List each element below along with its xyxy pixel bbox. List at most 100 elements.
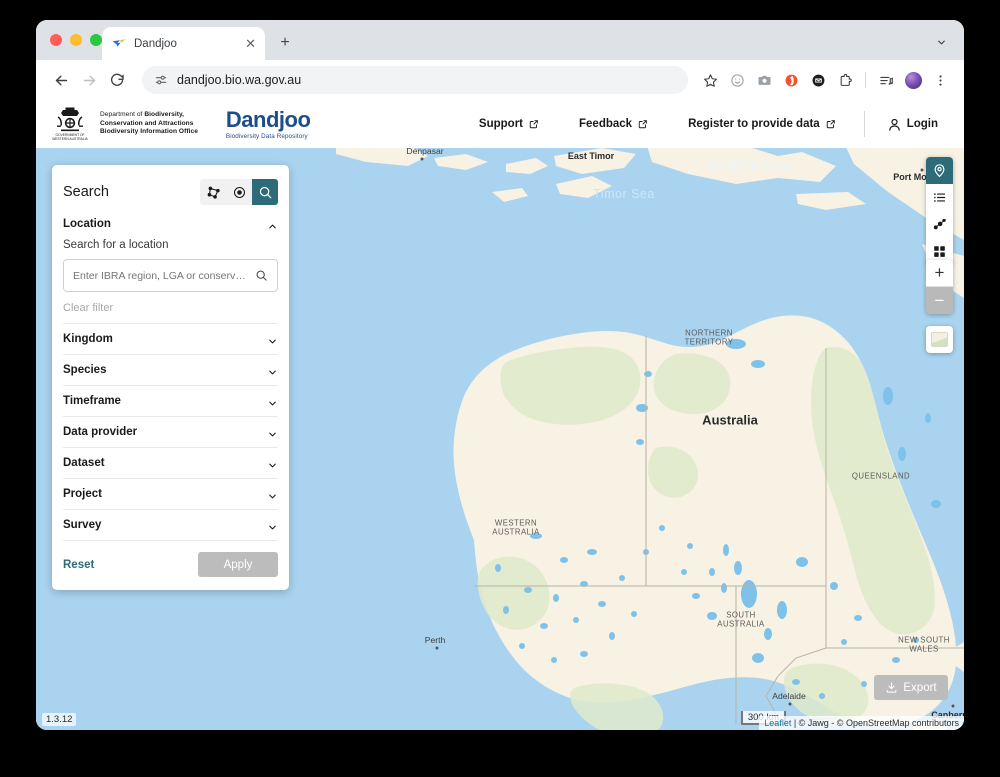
close-icon[interactable]: ✕ — [245, 37, 256, 50]
logo-wordmark: Dandjoo — [225, 106, 311, 132]
city-dot — [920, 168, 924, 172]
search-mode-toggle — [200, 179, 278, 205]
profile-avatar[interactable] — [901, 68, 925, 92]
nav-link-support[interactable]: Support — [459, 118, 559, 130]
close-window-button[interactable] — [50, 34, 62, 46]
wa-government-crest: GOVERNMENT OF WESTERN AUSTRALIA — [52, 107, 89, 141]
tab-strip: Dandjoo ✕ + — [36, 20, 964, 60]
chrome-menu-icon[interactable] — [928, 68, 952, 92]
search-icon[interactable] — [252, 179, 278, 205]
section-header-kingdom[interactable]: Kingdom — [63, 324, 278, 354]
city-dot — [435, 646, 439, 650]
city-dot — [951, 704, 955, 708]
zoom-in-button[interactable]: + — [926, 260, 953, 287]
back-arrow-icon[interactable] — [48, 67, 74, 93]
export-label: Export — [903, 681, 937, 694]
department-name: Department of Biodiversity, Conservation… — [100, 111, 198, 137]
search-panel-footer: Reset Apply — [52, 541, 289, 590]
reading-list-icon[interactable] — [874, 68, 898, 92]
polygon-draw-icon[interactable] — [200, 179, 226, 205]
chevron-down-icon — [267, 334, 278, 345]
section-header-data-provider[interactable]: Data provider — [63, 417, 278, 447]
user-icon — [888, 118, 900, 131]
basemap-layers-icon[interactable] — [926, 326, 953, 353]
external-link-icon — [529, 120, 538, 129]
dept-line1-bold: Biodiversity, — [144, 110, 185, 118]
login-button[interactable]: Login — [873, 117, 942, 132]
opera-extension-icon[interactable] — [779, 68, 803, 92]
search-panel: Search Location Search for a location En… — [52, 165, 289, 590]
toolbar-icons — [698, 68, 952, 92]
map-pin-icon[interactable] — [926, 157, 953, 184]
maximize-window-button[interactable] — [90, 34, 102, 46]
panel-title: Search — [63, 184, 109, 200]
list-icon[interactable] — [926, 184, 953, 211]
header-nav: Support Feedback Register to provide dat… — [459, 111, 942, 137]
external-link-icon — [638, 120, 647, 129]
map-attribution: Leaflet | © Jawg - © OpenStreetMap contr… — [759, 716, 964, 730]
cluster-points-icon[interactable] — [926, 211, 953, 238]
location-search-field[interactable] — [63, 259, 278, 292]
minimize-window-button[interactable] — [70, 34, 82, 46]
map-zoom-controls: + − — [926, 260, 953, 314]
login-label: Login — [906, 118, 938, 130]
nav-link-feedback[interactable]: Feedback — [559, 118, 668, 130]
tab-title: Dandjoo — [134, 37, 177, 50]
nav-link-label: Support — [478, 118, 523, 130]
basemap-thumbnail — [931, 332, 948, 347]
reset-button[interactable]: Reset — [63, 559, 94, 571]
brand-block: GOVERNMENT OF WESTERN AUSTRALIA Departme… — [50, 106, 311, 142]
section-header-timeframe[interactable]: Timeframe — [63, 386, 278, 416]
nav-divider — [863, 111, 865, 137]
reload-icon[interactable] — [104, 67, 130, 93]
section-header-survey[interactable]: Survey — [63, 510, 278, 540]
section-label: Dataset — [63, 457, 105, 469]
section-label: Project — [63, 488, 102, 500]
leaflet-link[interactable]: Leaflet — [764, 718, 791, 728]
dandjoo-bird-favicon — [112, 38, 126, 47]
forward-arrow-icon — [76, 67, 102, 93]
bookmark-star-icon[interactable] — [698, 68, 722, 92]
export-button[interactable]: Export — [874, 675, 948, 700]
address-bar[interactable]: dandjoo.bio.wa.gov.au — [142, 66, 688, 94]
chevron-down-icon — [267, 427, 278, 438]
section-header-project[interactable]: Project — [63, 479, 278, 509]
clear-filter-button[interactable]: Clear filter — [63, 292, 278, 323]
emoji-icon[interactable] — [725, 68, 749, 92]
download-icon — [887, 682, 897, 693]
dandjoo-logo[interactable]: Dandjoo Biodiversity Data Repository — [225, 106, 311, 140]
chevron-down-icon[interactable] — [932, 33, 950, 51]
section-header-location[interactable]: Location — [63, 215, 278, 239]
section-header-species[interactable]: Species — [63, 355, 278, 385]
dark-mode-extension-icon[interactable] — [806, 68, 830, 92]
zoom-out-button[interactable]: − — [926, 287, 953, 314]
external-link-icon — [826, 120, 835, 129]
window-controls[interactable] — [50, 34, 102, 46]
browser-tab[interactable]: Dandjoo ✕ — [102, 27, 265, 60]
section-label: Location — [63, 218, 111, 230]
section-header-dataset[interactable]: Dataset — [63, 448, 278, 478]
search-input[interactable] — [73, 269, 249, 282]
section-label: Timeframe — [63, 395, 121, 407]
search-panel-header: Search — [52, 165, 289, 215]
circle-draw-icon[interactable] — [226, 179, 252, 205]
dept-line3: Biodiversity Information Office — [100, 128, 198, 136]
chevron-down-icon — [267, 458, 278, 469]
search-icon[interactable] — [255, 269, 268, 282]
extensions-puzzle-icon[interactable] — [833, 68, 857, 92]
city-dot — [788, 702, 792, 706]
screenshot-camera-icon[interactable] — [752, 68, 776, 92]
apply-button[interactable]: Apply — [198, 552, 278, 577]
section-label: Species — [63, 364, 107, 376]
toolbar-divider — [865, 72, 866, 88]
chevron-up-icon — [267, 219, 278, 230]
nav-link-register-to-provide-data[interactable]: Register to provide data — [668, 118, 856, 130]
section-label: Survey — [63, 519, 102, 531]
section-label: Kingdom — [63, 333, 113, 345]
app-version-badge: 1.3.12 — [42, 713, 77, 726]
city-dot — [420, 157, 424, 161]
dept-line1-prefix: Department of — [100, 110, 145, 118]
map-canvas[interactable]: Arafura Sea Timor Sea East Timor Denpasa… — [36, 148, 964, 730]
map-view-controls — [926, 157, 953, 265]
new-tab-button[interactable]: + — [275, 33, 295, 53]
